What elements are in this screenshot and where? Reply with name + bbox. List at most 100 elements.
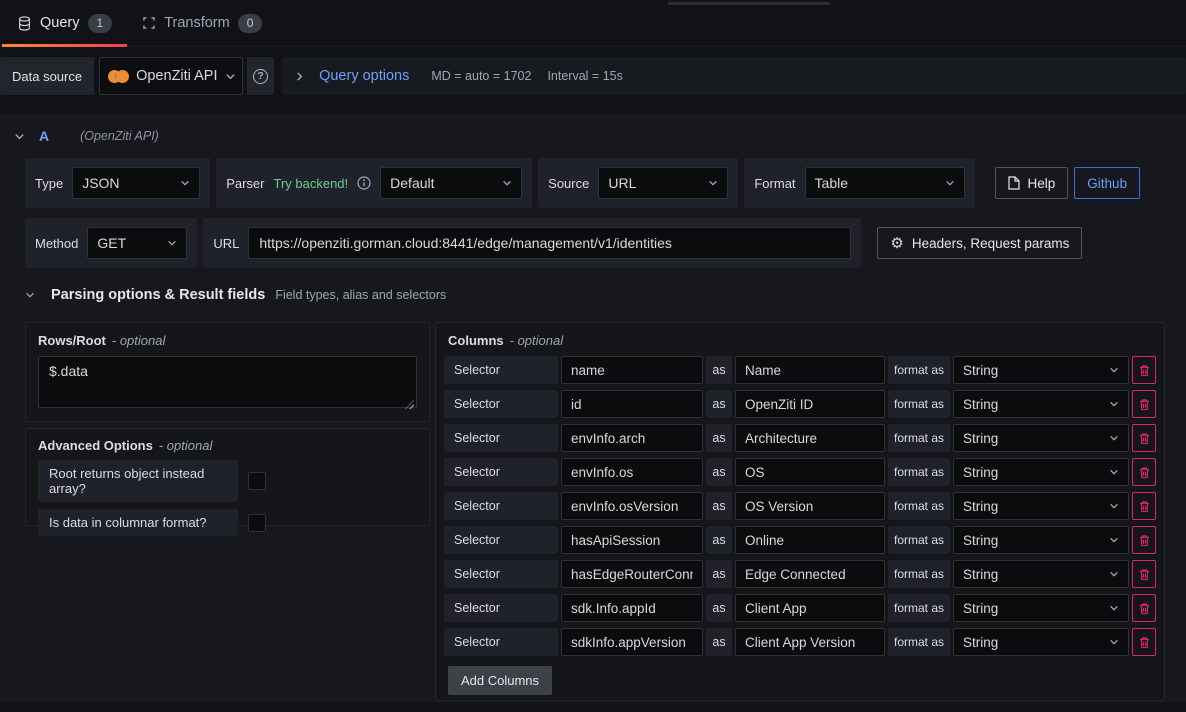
delete-column-button[interactable] — [1132, 492, 1156, 520]
format-as-label: format as — [888, 390, 950, 418]
format-select[interactable]: Table — [805, 167, 965, 199]
column-selector-input[interactable] — [561, 628, 703, 656]
advanced-option-row: Root returns object instead array? — [38, 460, 417, 502]
advanced-option-row: Is data in columnar format? — [38, 509, 417, 536]
column-selector-input[interactable] — [561, 492, 703, 520]
delete-column-button[interactable] — [1132, 390, 1156, 418]
column-alias-input[interactable] — [735, 526, 885, 554]
column-format-select[interactable]: String — [953, 594, 1129, 622]
trash-icon — [1139, 500, 1150, 513]
format-as-label: format as — [888, 492, 950, 520]
column-selector-input[interactable] — [561, 356, 703, 384]
datasource-picker-value: OpenZiti API — [136, 68, 217, 84]
format-as-label: format as — [888, 458, 950, 486]
column-format-select[interactable]: String — [953, 458, 1129, 486]
columns-title: Columns — [448, 333, 504, 348]
chevron-down-icon — [708, 178, 718, 188]
trash-icon — [1139, 568, 1150, 581]
trash-icon — [1139, 534, 1150, 547]
editor-row-1: Type JSON Parser Try backend! Default So… — [25, 158, 1140, 208]
delete-column-button[interactable] — [1132, 594, 1156, 622]
format-as-label: format as — [888, 424, 950, 452]
advanced-options-optional: - optional — [159, 438, 212, 453]
delete-column-button[interactable] — [1132, 458, 1156, 486]
chevron-down-icon — [225, 71, 236, 82]
delete-column-button[interactable] — [1132, 526, 1156, 554]
help-button[interactable]: Help — [995, 167, 1069, 199]
column-alias-input[interactable] — [735, 390, 885, 418]
datasource-help-button[interactable]: ? — [247, 57, 274, 95]
column-selector-input[interactable] — [561, 424, 703, 452]
selector-label: Selector — [444, 526, 558, 554]
rows-root-input[interactable]: $.data — [38, 356, 417, 408]
column-format-select[interactable]: String — [953, 390, 1129, 418]
column-format-select[interactable]: String — [953, 628, 1129, 656]
rows-root-panel: Rows/Root - optional $.data — [25, 322, 430, 422]
column-alias-input[interactable] — [735, 356, 885, 384]
github-button[interactable]: Github — [1074, 167, 1140, 199]
query-options-toggle[interactable]: Query options — [319, 68, 409, 84]
tab-query[interactable]: Query 1 — [2, 0, 127, 46]
type-select[interactable]: JSON — [72, 167, 200, 199]
trash-icon — [1139, 432, 1150, 445]
editor-row-2: Method GET URL ⚙ Headers, Request params — [25, 218, 1082, 268]
delete-column-button[interactable] — [1132, 560, 1156, 588]
parser-select[interactable]: Default — [380, 167, 522, 199]
source-field-group: Source URL — [538, 158, 738, 208]
format-as-label: format as — [888, 356, 950, 384]
collapse-query-chevron-icon[interactable] — [14, 131, 25, 142]
datasource-label: Data source — [0, 57, 94, 95]
column-format-select[interactable]: String — [953, 560, 1129, 588]
column-row: Selector as format as String — [444, 560, 1156, 588]
selector-label: Selector — [444, 390, 558, 418]
headers-request-params-button[interactable]: ⚙ Headers, Request params — [877, 227, 1082, 259]
column-alias-input[interactable] — [735, 560, 885, 588]
parser-field-group: Parser Try backend! Default — [216, 158, 532, 208]
openziti-logo-icon — [108, 69, 129, 83]
column-selector-input[interactable] — [561, 390, 703, 418]
column-alias-input[interactable] — [735, 594, 885, 622]
trash-icon — [1139, 398, 1150, 411]
format-label: Format — [754, 176, 795, 191]
delete-column-button[interactable] — [1132, 628, 1156, 656]
column-format-select[interactable]: String — [953, 356, 1129, 384]
column-selector-input[interactable] — [561, 594, 703, 622]
delete-column-button[interactable] — [1132, 356, 1156, 384]
method-select[interactable]: GET — [87, 227, 187, 259]
max-data-points-summary: MD = auto = 1702 — [431, 69, 531, 83]
datasource-picker[interactable]: OpenZiti API — [99, 57, 243, 95]
column-row: Selector as format as String — [444, 526, 1156, 554]
column-format-select[interactable]: String — [953, 424, 1129, 452]
column-selector-input[interactable] — [561, 458, 703, 486]
format-as-label: format as — [888, 526, 950, 554]
parsing-options-section-toggle[interactable]: Parsing options & Result fields Field ty… — [25, 287, 446, 303]
columnar-format-checkbox[interactable] — [248, 514, 266, 532]
column-alias-input[interactable] — [735, 628, 885, 656]
chevron-down-icon — [1109, 433, 1119, 443]
chevron-down-icon — [167, 238, 177, 248]
delete-column-button[interactable] — [1132, 424, 1156, 452]
columns-optional: - optional — [510, 333, 563, 348]
column-selector-input[interactable] — [561, 526, 703, 554]
as-label: as — [706, 560, 732, 588]
chevron-down-icon — [1109, 399, 1119, 409]
column-alias-input[interactable] — [735, 458, 885, 486]
column-format-select[interactable]: String — [953, 492, 1129, 520]
url-field-group: URL — [203, 218, 861, 268]
type-field-group: Type JSON — [25, 158, 210, 208]
column-alias-input[interactable] — [735, 492, 885, 520]
column-row: Selector as format as String — [444, 628, 1156, 656]
chevron-down-icon — [25, 290, 35, 300]
source-select[interactable]: URL — [598, 167, 728, 199]
column-format-select[interactable]: String — [953, 526, 1129, 554]
url-input[interactable] — [248, 227, 851, 259]
column-selector-input[interactable] — [561, 560, 703, 588]
as-label: as — [706, 458, 732, 486]
root-returns-object-checkbox[interactable] — [248, 472, 266, 490]
add-columns-button[interactable]: Add Columns — [448, 666, 552, 695]
section-title: Parsing options & Result fields — [51, 287, 265, 303]
selector-label: Selector — [444, 424, 558, 452]
tab-transform[interactable]: Transform 0 — [127, 0, 277, 46]
column-alias-input[interactable] — [735, 424, 885, 452]
document-icon — [1008, 176, 1020, 190]
